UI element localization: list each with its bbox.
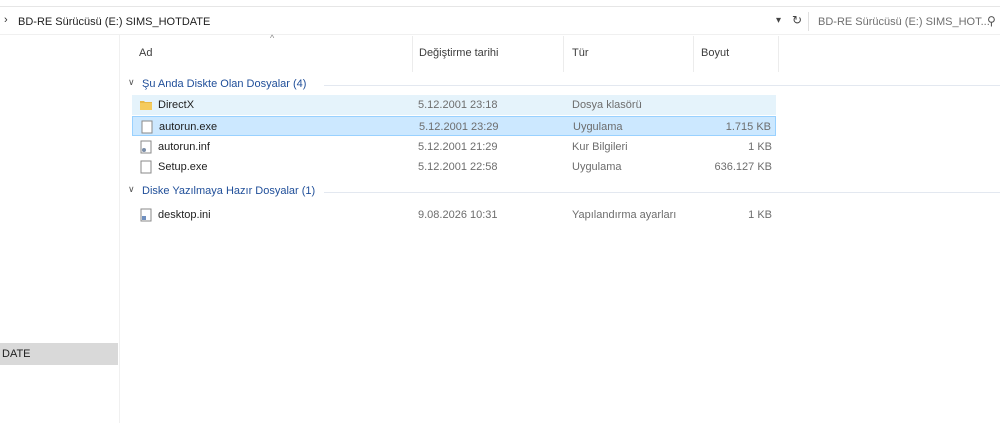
file-date: 5.12.2001 22:58 [418, 161, 498, 173]
column-header-row: ^ Ad Değiştirme tarihi Tür Boyut [120, 33, 1000, 72]
column-divider[interactable] [693, 36, 694, 72]
list-item[interactable]: desktop.ini 9.08.2026 10:31 Yapılandırma… [132, 205, 776, 225]
group-header-ready-to-write[interactable]: ∨ Diske Yazılmaya Hazır Dosyalar (1) [128, 182, 1000, 200]
group-divider [324, 85, 1000, 86]
exe-file-icon [141, 120, 153, 134]
file-name: autorun.inf [158, 141, 210, 153]
list-item[interactable]: autorun.inf 5.12.2001 21:29 Kur Bilgiler… [132, 137, 776, 157]
list-item[interactable]: DirectX 5.12.2001 23:18 Dosya klasörü [132, 95, 776, 115]
file-name: autorun.exe [159, 121, 218, 133]
sort-up-icon: ^ [270, 33, 275, 43]
file-size: 1 KB [748, 209, 772, 221]
chevron-down-icon[interactable]: ∨ [128, 77, 135, 88]
navigation-pane: DATE [0, 34, 120, 423]
group-label: Diske Yazılmaya Hazır Dosyalar (1) [142, 185, 316, 197]
address-bar: › BD-RE Sürücüsü (E:) SIMS_HOTDATE ▾ ↻ B… [0, 10, 1000, 35]
file-name: desktop.ini [158, 209, 211, 221]
column-divider[interactable] [778, 36, 779, 72]
group-header-on-disc[interactable]: ∨ Şu Anda Diskte Olan Dosyalar (4) [128, 75, 1000, 93]
refresh-icon[interactable]: ↻ [792, 13, 802, 27]
chevron-right-icon[interactable]: › [4, 14, 8, 26]
exe-file-icon [140, 160, 152, 174]
file-date: 5.12.2001 23:18 [418, 99, 498, 111]
file-date: 5.12.2001 21:29 [418, 141, 498, 153]
file-date: 9.08.2026 10:31 [418, 209, 498, 221]
column-divider[interactable] [412, 36, 413, 72]
list-item[interactable]: Setup.exe 5.12.2001 22:58 Uygulama 636.1… [132, 157, 776, 177]
file-size: 636.127 KB [714, 161, 773, 173]
search-input[interactable]: BD-RE Sürücüsü (E:) SIMS_HOT... ⚲ [808, 12, 1000, 31]
file-name: DirectX [158, 99, 195, 111]
file-type: Yapılandırma ayarları [572, 209, 677, 221]
search-icon[interactable]: ⚲ [987, 14, 996, 28]
file-type: Kur Bilgileri [572, 141, 628, 153]
file-size: 1 KB [748, 141, 772, 153]
column-header-size[interactable]: Boyut [701, 47, 729, 71]
nav-item-label: DATE [2, 348, 31, 360]
file-size: 1.715 KB [725, 121, 771, 133]
file-type: Uygulama [572, 161, 622, 173]
folder-icon [140, 101, 152, 110]
search-placeholder: BD-RE Sürücüsü (E:) SIMS_HOT... [818, 16, 990, 28]
file-type: Uygulama [573, 121, 623, 133]
group-divider [324, 192, 1000, 193]
ribbon-strip [0, 0, 1000, 7]
file-date: 5.12.2001 23:29 [419, 121, 499, 133]
list-item[interactable]: autorun.exe 5.12.2001 23:29 Uygulama 1.7… [132, 116, 776, 136]
file-name: Setup.exe [158, 161, 208, 173]
chevron-down-icon[interactable]: ∨ [128, 184, 135, 195]
column-divider[interactable] [563, 36, 564, 72]
address-path[interactable]: BD-RE Sürücüsü (E:) SIMS_HOTDATE [18, 16, 210, 28]
ini-file-icon [140, 208, 152, 222]
group-label: Şu Anda Diskte Olan Dosyalar (4) [142, 78, 307, 90]
column-header-date[interactable]: Değiştirme tarihi [419, 47, 498, 71]
chevron-down-icon[interactable]: ▾ [776, 15, 781, 26]
file-type: Dosya klasörü [572, 99, 642, 111]
inf-file-icon [140, 140, 152, 154]
nav-item-selected[interactable]: DATE [0, 343, 118, 365]
column-header-name[interactable]: Ad [139, 47, 152, 71]
column-header-type[interactable]: Tür [572, 47, 589, 71]
